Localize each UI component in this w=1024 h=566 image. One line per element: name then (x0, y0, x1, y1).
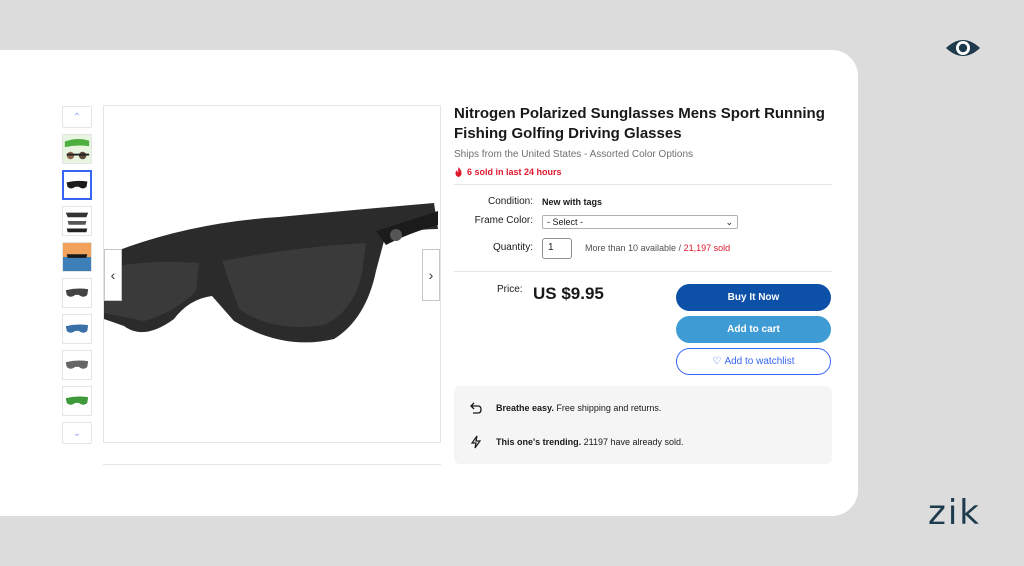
thumbnail-4[interactable] (62, 242, 92, 272)
promo-trending-text: 21197 have already sold. (581, 437, 684, 447)
thumbnail-2[interactable] (62, 170, 92, 200)
image-divider (103, 464, 441, 465)
watchlist-label: Add to watchlist (724, 356, 795, 367)
promo-shipping-text: Free shipping and returns. (553, 403, 662, 413)
frame-color-value: - Select - (547, 217, 584, 227)
recent-sales-alert: 6 sold in last 24 hours (454, 167, 562, 177)
divider (454, 271, 832, 272)
sold-count: 21,197 sold (683, 243, 731, 253)
add-to-watchlist-button[interactable]: ♡ Add to watchlist (676, 348, 831, 375)
price-label: Price: (497, 284, 523, 295)
thumbnail-7[interactable] (62, 350, 92, 380)
frame-color-select[interactable]: - Select - ⌄ (542, 215, 738, 229)
chevron-right-icon: › (428, 267, 434, 283)
quantity-label: Quantity: (492, 242, 533, 253)
chevron-down-icon: ⌄ (725, 217, 733, 227)
thumbs-up-button[interactable]: ⌃ (62, 106, 92, 128)
lightning-icon (466, 432, 486, 452)
promo-box: Breathe easy. Free shipping and returns.… (454, 386, 832, 464)
availability-text: More than 10 available / 21,197 sold (585, 243, 730, 253)
promo-shipping: Breathe easy. Free shipping and returns. (466, 398, 661, 418)
heart-icon: ♡ (712, 356, 722, 367)
thumbnail-8[interactable] (62, 386, 92, 416)
image-prev-button[interactable]: ‹ (104, 249, 122, 301)
promo-trending-bold: This one's trending. (496, 437, 582, 447)
product-title: Nitrogen Polarized Sunglasses Mens Sport… (454, 105, 825, 142)
frame-color-label: Frame Color: (474, 215, 533, 226)
promo-trending: This one's trending. 21197 have already … (466, 432, 684, 452)
chevron-left-icon: ‹ (110, 267, 116, 283)
thumbnail-3[interactable] (62, 206, 92, 236)
promo-shipping-bold: Breathe easy. (496, 403, 554, 413)
chevron-down-icon: ⌄ (72, 427, 82, 439)
thumbnail-6[interactable] (62, 314, 92, 344)
quantity-input[interactable]: 1 (542, 238, 572, 259)
availability-label: More than 10 available / (585, 243, 684, 253)
main-product-image: ‹ › (103, 105, 441, 443)
fire-icon (455, 167, 462, 177)
condition-value: New with tags (542, 197, 603, 207)
divider (454, 184, 832, 185)
thumbnail-5[interactable] (62, 278, 92, 308)
eye-icon (946, 40, 980, 56)
image-next-button[interactable]: › (422, 249, 440, 301)
add-to-cart-button[interactable]: Add to cart (676, 316, 831, 343)
buy-it-now-button[interactable]: Buy It Now (676, 284, 831, 311)
sunglasses-image (104, 203, 438, 343)
return-arrow-icon (466, 398, 486, 418)
brand-logo: zik (928, 493, 981, 533)
thumbnail-1[interactable] (62, 134, 92, 164)
chevron-up-icon: ⌃ (72, 111, 82, 123)
recent-sales-text: 6 sold in last 24 hours (467, 167, 562, 177)
ships-from-text: Ships from the United States - Assorted … (454, 149, 693, 160)
price-value: US $9.95 (533, 284, 604, 303)
condition-label: Condition: (487, 196, 533, 207)
thumbs-down-button[interactable]: ⌄ (62, 422, 92, 444)
